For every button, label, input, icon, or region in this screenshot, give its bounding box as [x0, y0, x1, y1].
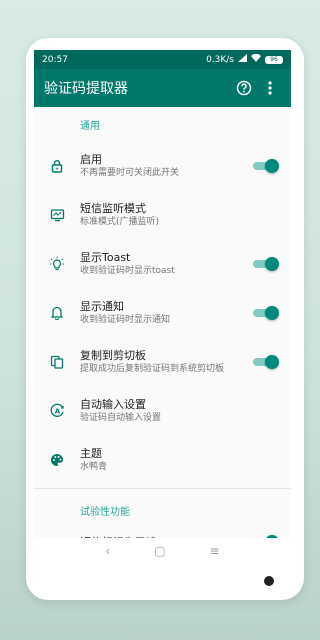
system-nav-bar: ‹ ▢ ≡: [34, 538, 291, 564]
setting-copy-clipboard[interactable]: 复制到剪切板 提取成功后复制验证码到系统剪切板: [34, 337, 291, 386]
home-icon[interactable]: ▢: [154, 544, 165, 558]
network-speed: 0.3K/s: [206, 54, 234, 65]
auto-input-icon: A: [42, 403, 72, 418]
phone-screen: 20:57 0.3K/s 96 验证码提取器 通用 启用 不再需要时可关闭此开关…: [34, 50, 291, 564]
setting-show-toast[interactable]: 显示Toast 收到验证码时显示toast: [34, 239, 291, 288]
setting-title: 自动输入设置: [80, 397, 146, 411]
section-divider: [34, 488, 291, 489]
lock-icon: [42, 159, 72, 173]
svg-text:A: A: [54, 407, 60, 415]
setting-subtitle: 收到验证码时显示通知: [80, 314, 171, 325]
setting-title: 主题: [80, 446, 102, 460]
back-icon[interactable]: ‹: [105, 544, 110, 558]
show-toast-switch[interactable]: [253, 256, 279, 271]
status-time: 20:57: [42, 54, 68, 65]
help-circle-icon[interactable]: [233, 77, 255, 99]
battery-indicator: 96: [265, 55, 283, 64]
palette-icon: [42, 453, 72, 467]
setting-subtitle: 水鸭青: [80, 461, 108, 472]
setting-title: 复制到剪切板: [80, 348, 146, 362]
monitor-icon: [42, 208, 72, 222]
setting-auto-input[interactable]: A 自动输入设置 验证码自动输入设置: [34, 386, 291, 435]
setting-theme[interactable]: 主题 水鸭青: [34, 435, 291, 484]
more-vert-icon[interactable]: [259, 77, 281, 99]
menu-icon[interactable]: ≡: [210, 544, 220, 558]
front-camera: [264, 576, 274, 586]
setting-listen-mode[interactable]: 短信监听模式 标准模式(广播监听): [34, 190, 291, 239]
show-notification-switch[interactable]: [253, 305, 279, 320]
setting-title: 显示Toast: [80, 250, 131, 264]
setting-subtitle: 验证码自动输入设置: [80, 412, 162, 423]
app-title: 验证码提取器: [44, 81, 128, 97]
setting-title: 显示通知: [80, 299, 124, 313]
enable-switch[interactable]: [253, 158, 279, 173]
wifi-icon: [251, 53, 261, 65]
setting-subtitle: 标准模式(广播监听): [80, 216, 160, 227]
app-bar: 验证码提取器: [34, 69, 291, 107]
signal-icon: [238, 54, 247, 65]
status-bar: 20:57 0.3K/s 96: [34, 50, 291, 69]
setting-title: 启用: [80, 152, 102, 166]
section-header-general: 通用: [80, 120, 100, 132]
setting-enable[interactable]: 启用 不再需要时可关闭此开关: [34, 141, 291, 190]
setting-show-notification[interactable]: 显示通知 收到验证码时显示通知: [34, 288, 291, 337]
setting-subtitle: 提取成功后复制验证码到系统剪切板: [80, 363, 225, 374]
setting-subtitle: 不再需要时可关闭此开关: [80, 167, 180, 178]
copy-icon: [42, 355, 72, 369]
setting-subtitle: 收到验证码时显示toast: [80, 265, 175, 276]
copy-clipboard-switch[interactable]: [253, 354, 279, 369]
section-header-experimental: 试验性功能: [80, 506, 130, 518]
setting-title: 短信监听模式: [80, 201, 146, 215]
lightbulb-icon: [42, 256, 72, 272]
bell-icon: [42, 306, 72, 320]
